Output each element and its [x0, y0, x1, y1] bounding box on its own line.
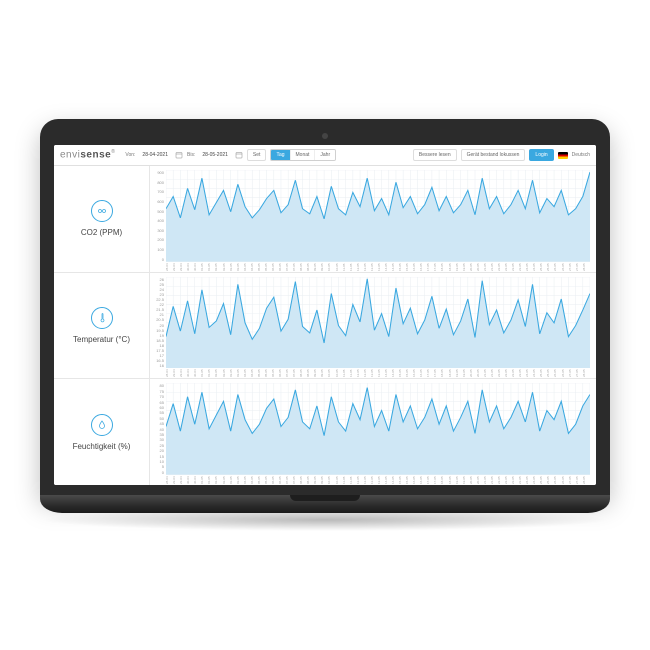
set-button[interactable]: Set	[247, 149, 267, 161]
droplet-icon	[91, 414, 113, 436]
toolbar: envisense® Von: 28-04-2021 Bis: 28-05-20…	[54, 145, 596, 166]
from-date[interactable]: 28-04-2021	[139, 151, 171, 159]
camera-dot	[322, 133, 328, 139]
plot-area	[166, 170, 590, 262]
xticks: 28-0429-0429-0430-0430-0401-0501-0502-05…	[166, 263, 590, 271]
existing-button[interactable]: Gerät bestand lokussen	[461, 149, 526, 161]
seg-jahr[interactable]: Jahr	[315, 150, 335, 160]
screen-bezel: envisense® Von: 28-04-2021 Bis: 28-05-20…	[40, 119, 610, 495]
chart-hum: 80757065605550454035302520151050 28-0429…	[150, 379, 596, 485]
from-label: Von:	[125, 152, 135, 158]
chart-co2: 9008007006005004003002001000 28-0429-042…	[150, 166, 596, 272]
xticks: 28-0429-0429-0430-0430-0401-0501-0502-05…	[166, 476, 590, 484]
app-screen: envisense® Von: 28-04-2021 Bis: 28-05-20…	[54, 145, 596, 485]
login-button[interactable]: Login	[529, 149, 553, 161]
seg-monat[interactable]: Monat	[291, 150, 316, 160]
metric-card-temp: Temperatur (°C)	[54, 273, 150, 379]
yticks: 9008007006005004003002001000	[152, 170, 164, 262]
row-co2: CO2 (PPM) 9008007006005004003002001000 2…	[54, 166, 596, 273]
xticks: 28-0429-0429-0430-0430-0401-0501-0502-05…	[166, 369, 590, 377]
to-label: Bis:	[187, 152, 195, 158]
seg-tag[interactable]: Tag	[271, 150, 290, 160]
to-date[interactable]: 28-05-2021	[199, 151, 231, 159]
chart-temp: 2625242322.52221.52120.52019.51918.51817…	[150, 273, 596, 379]
metric-card-co2: CO2 (PPM)	[54, 166, 150, 272]
brand-reg: ®	[111, 149, 115, 155]
row-hum: Feuchtigkeit (%) 80757065605550454035302…	[54, 379, 596, 485]
yticks: 2625242322.52221.52120.52019.51918.51817…	[152, 277, 164, 369]
thermometer-icon	[91, 307, 113, 329]
laptop-base	[40, 495, 610, 513]
row-temp: Temperatur (°C) 2625242322.52221.52120.5…	[54, 273, 596, 380]
lang-label: Deutsch	[572, 152, 590, 158]
metric-label-temp: Temperatur (°C)	[73, 335, 130, 344]
plot-area	[166, 277, 590, 369]
co2-icon	[91, 200, 113, 222]
replace-button[interactable]: Bessere lesen	[413, 149, 457, 161]
lang-selector[interactable]: Deutsch	[558, 152, 590, 159]
yticks: 80757065605550454035302520151050	[152, 383, 164, 475]
metric-label-co2: CO2 (PPM)	[81, 228, 122, 237]
laptop-mockup: envisense® Von: 28-04-2021 Bis: 28-05-20…	[40, 119, 610, 531]
brand-light: envi	[60, 150, 80, 161]
brand-bold: sense	[80, 150, 111, 161]
plot-area	[166, 383, 590, 475]
flag-de-icon	[558, 152, 568, 159]
range-segmented: Tag Monat Jahr	[270, 149, 336, 161]
brand-logo: envisense®	[60, 149, 115, 160]
calendar-icon[interactable]	[235, 151, 243, 159]
metric-label-hum: Feuchtigkeit (%)	[73, 442, 131, 451]
calendar-icon[interactable]	[175, 151, 183, 159]
dashboard-rows: CO2 (PPM) 9008007006005004003002001000 2…	[54, 166, 596, 485]
metric-card-hum: Feuchtigkeit (%)	[54, 379, 150, 485]
